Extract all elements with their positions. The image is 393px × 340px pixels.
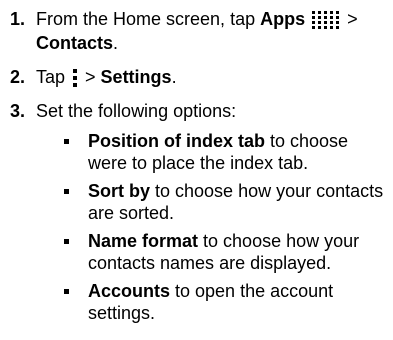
bullet-marker xyxy=(64,239,69,244)
option-1-line-2: were to place the index tab. xyxy=(88,153,309,173)
option-4-line-1: Accounts to open the account xyxy=(88,280,333,302)
step-1-line-2: Contacts. xyxy=(36,32,118,54)
option-3-line-2: contacts names are displayed. xyxy=(88,253,332,273)
step-2-period: . xyxy=(171,67,177,87)
option-2-line-2: are sorted. xyxy=(88,203,175,223)
step-1-number: 1. xyxy=(10,9,26,29)
step-1-apps-label: Apps xyxy=(260,9,306,29)
option-2-text: to choose how your contacts xyxy=(150,181,384,201)
step-2-separator: > xyxy=(80,67,101,87)
option-3-line-1: Name format to choose how your xyxy=(88,230,359,252)
option-3-text: to choose how your xyxy=(198,231,360,251)
step-1-contacts-label: Contacts xyxy=(36,33,114,53)
step-2-line: Tap > Settings. xyxy=(36,66,177,89)
step-2-settings-label: Settings xyxy=(100,67,172,87)
instruction-document: 1. From the Home screen, tap Apps > Cont… xyxy=(0,0,393,340)
bullet-marker xyxy=(64,139,69,144)
option-4-title: Accounts xyxy=(88,281,171,301)
step-1-text: From the Home screen, tap xyxy=(36,9,261,29)
option-1-line-1: Position of index tab to choose xyxy=(88,130,348,152)
more-options-icon xyxy=(73,69,78,88)
step-2-number: 2. xyxy=(10,67,26,87)
bullet-marker xyxy=(64,289,69,294)
step-2-text: Tap xyxy=(36,67,71,87)
bullet-marker xyxy=(64,189,69,194)
apps-grid-icon xyxy=(312,11,340,30)
option-2-line-1: Sort by to choose how your contacts xyxy=(88,180,383,202)
option-4-text: to open the account xyxy=(170,281,334,301)
option-4-line-2: settings. xyxy=(88,303,156,323)
option-3-title: Name format xyxy=(88,231,199,251)
step-1-separator: > xyxy=(342,9,358,29)
step-1-line-1: From the Home screen, tap Apps > xyxy=(36,8,358,30)
step-1-period: . xyxy=(113,33,119,53)
option-1-text: to choose xyxy=(265,131,349,151)
step-3-text: Set the following options: xyxy=(36,101,237,121)
option-2-title: Sort by xyxy=(88,181,151,201)
option-1-title: Position of index tab xyxy=(88,131,266,151)
step-3-number: 3. xyxy=(10,101,26,121)
